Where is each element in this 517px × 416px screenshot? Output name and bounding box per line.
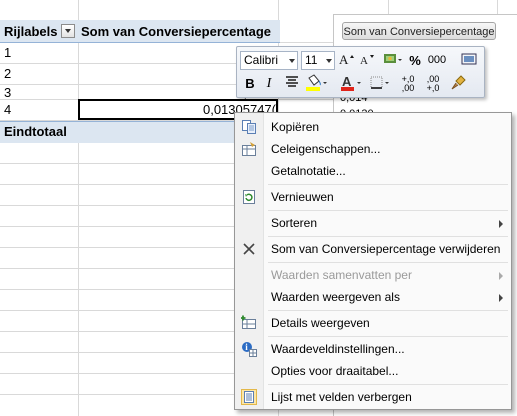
menu-item-label: Getalnotatie... [271,164,346,178]
context-menu: Kopiëren Celeigenschappen... Getalnotati… [234,112,512,410]
menu-separator [268,384,508,385]
menu-item-label: Waarden samenvatten per [271,268,412,282]
row-labels-header[interactable]: Rijlabels [4,21,62,42]
menu-item-number-format[interactable]: Getalnotatie... [235,160,511,182]
menu-item-summarize-values[interactable]: Waarden samenvatten per [235,264,511,286]
menu-item-remove-field[interactable]: Som van Conversiepercentage verwijderen [235,238,511,260]
menu-item-show-details[interactable]: Details weergeven [235,312,511,334]
format-painter-small-icon[interactable] [459,51,479,70]
menu-item-hide-field-list[interactable]: Lijst met velden verbergen [235,386,511,408]
shrink-font-icon[interactable]: A [358,51,378,70]
mini-toolbar: Calibri 11 A A % 000 B I A +,0 ,00 ,00 +… [236,46,485,98]
menu-item-label: Lijst met velden verbergen [271,390,412,404]
chevron-down-icon[interactable] [326,59,332,63]
filter-dropdown-icon[interactable] [61,24,75,38]
fill-color-icon[interactable] [305,74,327,93]
close-icon [241,241,257,257]
menu-separator [268,336,508,337]
menu-item-format-cells[interactable]: Celeigenschappen... [235,138,511,160]
menu-item-label: Som van Conversiepercentage verwijderen [271,242,501,256]
menu-item-label: Opties voor draaitabel... [271,364,399,378]
submenu-arrow-icon [499,272,503,280]
submenu-arrow-icon [499,220,503,228]
accounting-format-icon[interactable] [383,51,403,70]
menu-item-pivot-options[interactable]: Opties voor draaitabel... [235,360,511,382]
menu-item-show-values-as[interactable]: Waarden weergeven als [235,286,511,308]
show-details-icon [240,315,257,331]
chevron-down-icon[interactable] [289,59,295,63]
menu-separator [268,262,508,263]
menu-separator [268,310,508,311]
field-settings-icon: i [241,341,257,357]
increase-decimal-icon[interactable]: +,0 ,00 [398,74,418,93]
row-label-cell[interactable]: 4 [4,99,74,120]
format-painter-icon[interactable] [449,74,469,93]
grow-font-icon[interactable]: A [337,51,357,70]
font-name-box[interactable]: Calibri [240,51,298,70]
italic-button[interactable]: I [259,74,279,93]
menu-separator [268,210,508,211]
row-label-cell[interactable]: 2 [4,63,74,84]
svg-text:A: A [339,52,349,67]
increase-decimal-bottom: ,00 [401,83,415,93]
menu-item-label: Sorteren [271,216,318,230]
copy-icon [241,119,257,135]
menu-item-label: Details weergeven [271,316,370,330]
menu-item-refresh[interactable]: Vernieuwen [235,186,511,208]
refresh-icon [241,189,257,205]
menu-item-label: Vernieuwen [271,190,334,204]
format-cells-icon [241,141,257,157]
font-color-glyph: A [342,74,352,89]
menu-separator [268,236,508,237]
borders-icon[interactable] [369,74,389,93]
decrease-decimal-bottom: +,0 [426,83,440,93]
row-label-cell[interactable]: 1 [4,42,74,63]
comma-style-icon[interactable]: 000 [427,51,447,70]
menu-item-label: Kopiëren [271,120,320,134]
svg-text:A: A [360,55,368,67]
menu-item-sort[interactable]: Sorteren [235,212,511,234]
percent-style-icon[interactable]: % [405,51,425,70]
menu-item-copy[interactable]: Kopiëren [235,116,511,138]
value-field-header[interactable]: Som van Conversiepercentage [81,21,277,42]
submenu-arrow-icon [499,294,503,302]
menu-item-label: Waarden weergeven als [271,290,400,304]
menu-item-value-field-settings[interactable]: i Waardeveldinstellingen... [235,338,511,360]
font-size-box[interactable]: 11 [301,51,335,70]
field-list-icon [241,389,257,405]
menu-item-label: Waardeveldinstellingen... [271,342,405,356]
font-color-icon[interactable]: A [340,74,361,93]
font-name-value: Calibri [244,53,279,67]
menu-separator [268,184,508,185]
grand-total-label[interactable]: Eindtotaal [4,121,78,142]
align-center-icon[interactable] [282,74,302,93]
menu-item-label: Celeigenschappen... [271,142,381,156]
chart-field-button[interactable]: Som van Conversiepercentage [342,22,496,40]
bold-button[interactable]: B [240,74,260,93]
font-size-value: 11 [305,53,318,67]
decrease-decimal-icon[interactable]: ,00 +,0 [423,74,443,93]
